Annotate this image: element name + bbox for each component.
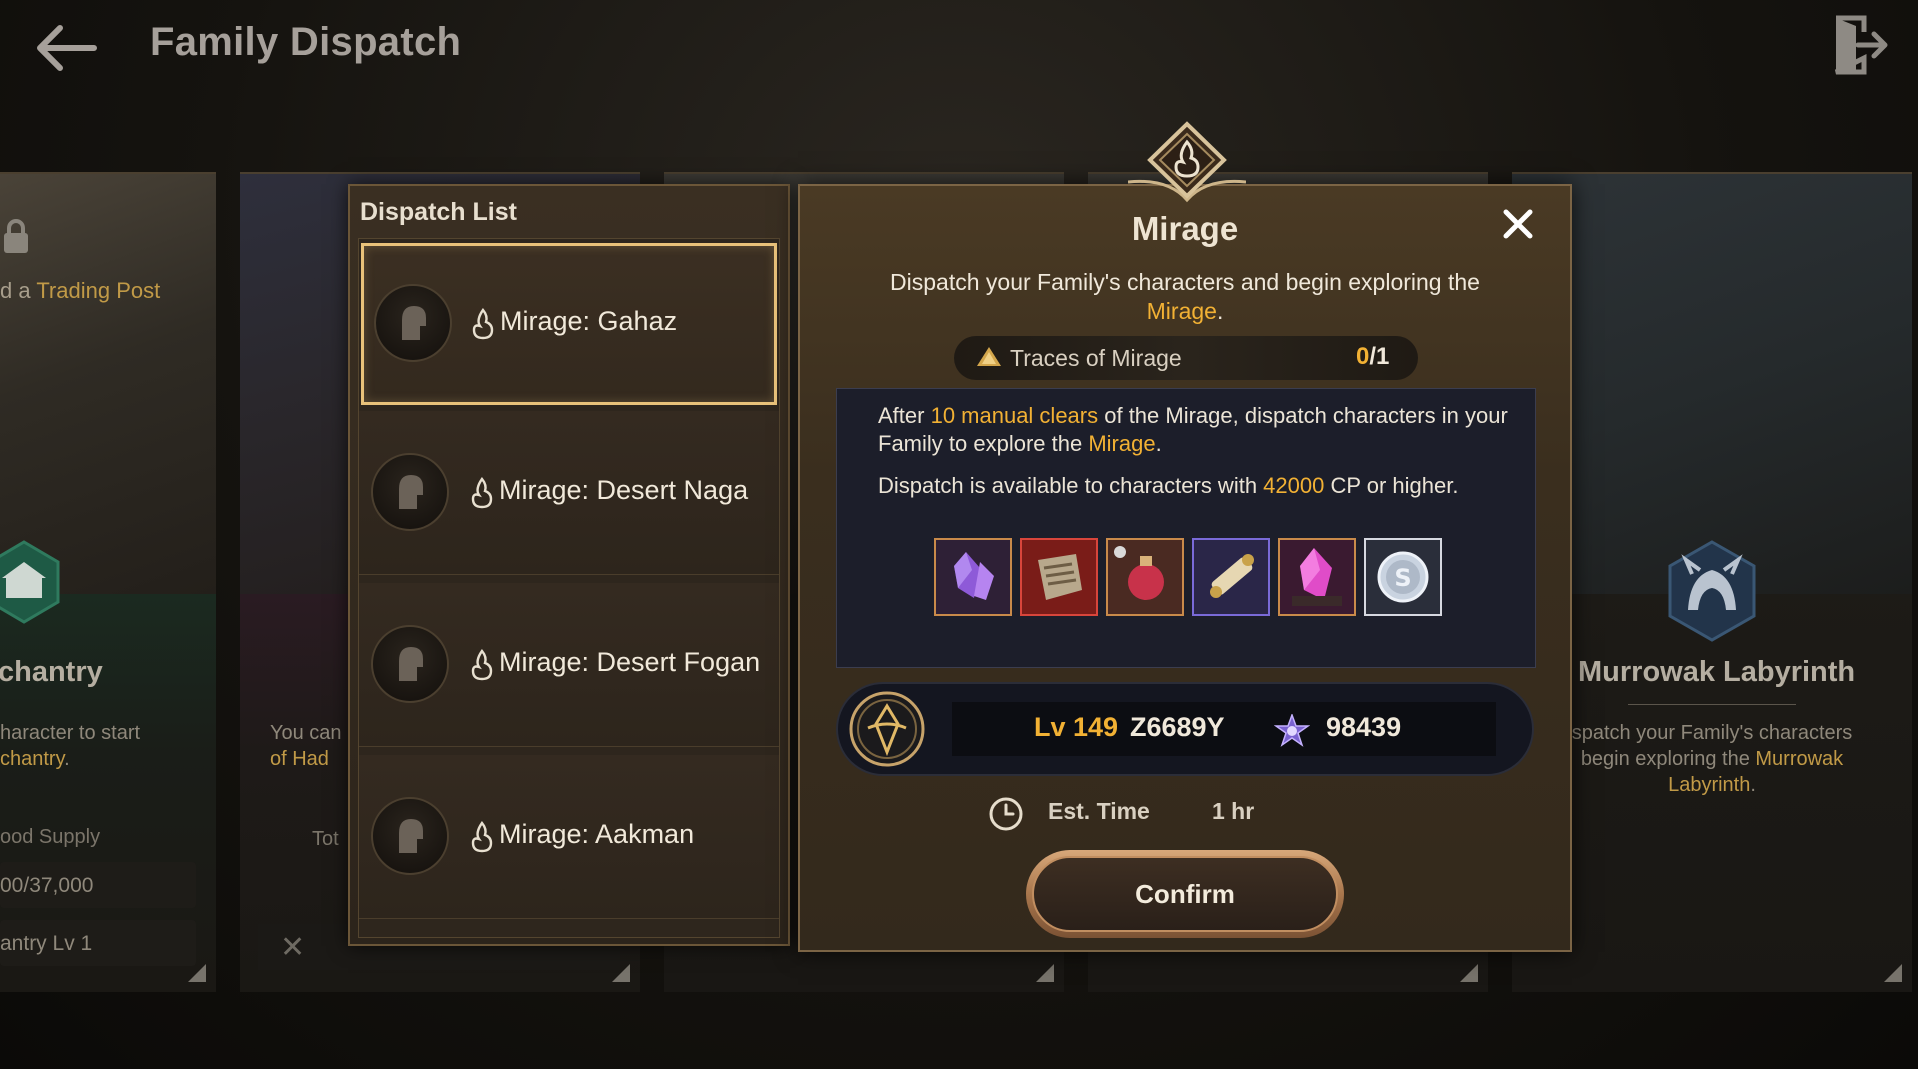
card-artwork [1512,174,1912,594]
traces-count: 0/1 [1356,343,1390,370]
mirage-title: Mirage [1131,210,1239,247]
page-title: Family Dispatch [150,20,462,64]
trading-post-text: d a Trading Post [0,278,161,303]
traces-icon [974,344,1004,370]
character-level: Lv 149 [1034,712,1119,742]
flame-icon [469,477,495,509]
card-description: spatch your Family's characters begin ex… [1571,722,1853,796]
card-title-murrowak: Murrowak Labyrinth [1578,656,1856,688]
reward-slot-6[interactable]: S [1364,538,1442,616]
requirement-cp-text: Dispatch is available to characters with… [878,473,1459,498]
card-artwork [0,174,216,594]
flame-icon [470,308,496,340]
divider [1628,704,1796,705]
reward-slot-4[interactable] [1192,538,1270,616]
reward-slot-1[interactable] [934,538,1012,616]
card-description: You can of Had [270,722,342,770]
character-cp: 98439 [1326,712,1402,742]
reward-slot-2[interactable] [1020,538,1098,616]
dispatch-item-label: Mirage: Desert Fogan [499,647,761,677]
card-description: haracter to start chantry. [0,722,141,770]
character-portrait [374,284,452,362]
traces-label: Traces of Mirage [1010,345,1182,371]
crossed-swords-icon: ✕ [280,931,306,964]
confirm-button[interactable]: Confirm [1026,850,1344,938]
dispatch-item-mirage-desert-fogan[interactable]: Mirage: Desert Fogan [359,583,779,747]
character-portrait [371,797,449,875]
clock-icon [988,796,1024,832]
chantry-level: antry Lv 1 [0,932,93,955]
reward-slot-3[interactable] [1106,538,1184,616]
mirage-emblem-icon [1127,120,1247,208]
silver-coin-icon: S [1366,540,1440,614]
character-portrait [371,453,449,531]
total-label: Tot [312,828,339,850]
mirage-description: Dispatch your Family's characters and be… [890,269,1480,324]
ancient-relic-icon [1022,540,1096,614]
dispatch-item-label: Mirage: Desert Naga [499,475,749,505]
pink-crystal-icon [1280,540,1354,614]
close-icon[interactable] [1498,204,1538,244]
class-emblem-icon[interactable] [848,690,926,768]
food-supply-value: 00/37,000 [0,874,94,897]
food-supply-label: ood Supply [0,826,101,848]
dispatch-item-mirage-aakman[interactable]: Mirage: Aakman [359,755,779,919]
est-time-value: 1 hr [1212,798,1255,824]
dispatch-item-label: Mirage: Gahaz [500,306,678,336]
confirm-button-label: Confirm [1032,856,1338,932]
cp-icon [1273,712,1311,748]
header: Family Dispatch [0,0,1918,110]
dispatch-item-label: Mirage: Aakman [499,819,695,849]
svg-text:S: S [1394,564,1411,592]
purple-crystal-icon [936,540,1010,614]
exit-icon[interactable] [1830,14,1890,76]
character-portrait [371,625,449,703]
lock-icon [2,218,30,254]
reward-slot-5[interactable] [1278,538,1356,616]
character-name: Z6689Y [1130,712,1225,742]
card-title-chantry: chantry [0,656,103,688]
chantry-emblem-icon [0,540,60,624]
back-arrow-icon[interactable] [30,18,100,78]
dispatch-list-title: Dispatch List [360,198,517,226]
est-time-label: Est. Time [1048,798,1150,824]
dispatch-item-mirage-desert-naga[interactable]: Mirage: Desert Naga [359,411,779,575]
scroll-icon [1194,540,1268,614]
dispatch-list-panel: Dispatch List Mirage: Gahaz Mirage: Dese… [348,184,790,946]
requirement-clears-text: After 10 manual clears of the Mirage, di… [878,403,1508,456]
flame-icon [469,821,495,853]
flame-icon [469,649,495,681]
dispatch-item-mirage-gahaz[interactable]: Mirage: Gahaz [361,243,777,405]
red-potion-icon [1108,540,1182,614]
dispatch-list[interactable]: Mirage: Gahaz Mirage: Desert Naga Mirage… [358,238,780,938]
murrowak-emblem-icon [1668,540,1756,642]
